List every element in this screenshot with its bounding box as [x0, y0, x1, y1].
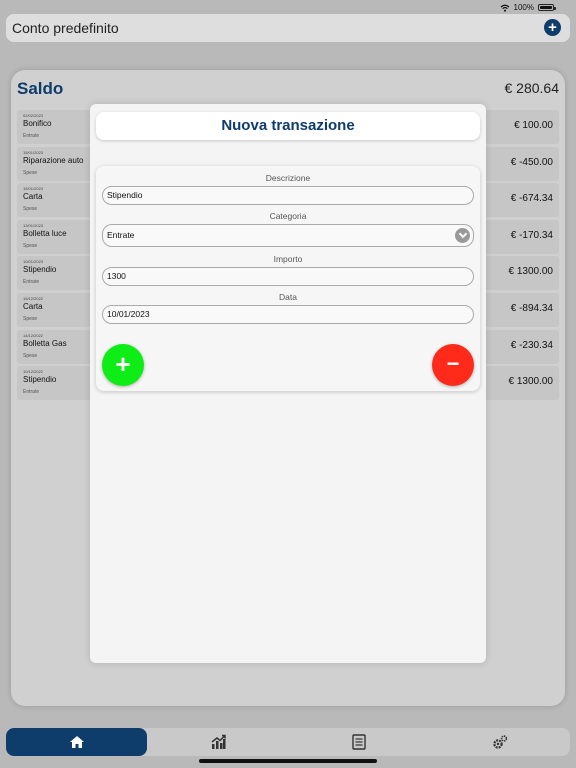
- transaction-date: 10/01/2023: [23, 259, 44, 265]
- transaction-amount: € 1300.00: [508, 266, 554, 278]
- transaction-date: 13/01/2023: [23, 222, 44, 228]
- transaction-description: Bonifico: [23, 119, 52, 128]
- transaction-amount: € 1300.00: [508, 376, 554, 388]
- transaction-form: Descrizione Stipendio Categoria Entrate …: [96, 166, 480, 391]
- amount-input[interactable]: 1300: [102, 267, 474, 286]
- modal-title: Nuova transazione: [96, 112, 480, 140]
- date-input[interactable]: 10/01/2023: [102, 305, 474, 324]
- transaction-amount: € 100.00: [514, 120, 553, 131]
- transaction-date: 15/01/2023: [23, 149, 44, 155]
- home-indicator: [199, 759, 377, 763]
- battery-percentage: 100%: [513, 3, 534, 12]
- description-input[interactable]: Stipendio: [102, 186, 474, 205]
- transaction-category: Spese: [23, 206, 38, 213]
- status-bar: 100%: [0, 0, 576, 14]
- battery-level: [540, 6, 552, 9]
- plus-icon: +: [115, 349, 131, 379]
- transaction-amount: € -894.34: [510, 302, 553, 314]
- tab-settings[interactable]: [429, 728, 570, 756]
- transaction-amount: € -450.00: [510, 156, 553, 168]
- chart-icon: [211, 734, 226, 749]
- add-expense-button[interactable]: −: [432, 344, 474, 386]
- transaction-category: Spese: [23, 352, 38, 359]
- new-transaction-modal: Nuova transazione Descrizione Stipendio …: [90, 104, 486, 663]
- account-header: Conto predefinito +: [6, 14, 570, 42]
- transaction-description: Carta: [23, 192, 43, 202]
- transaction-description: Stipendio: [23, 375, 57, 385]
- transaction-amount: € -170.34: [510, 229, 553, 241]
- transaction-category: Entrate: [23, 133, 40, 139]
- category-label: Categoria: [269, 211, 307, 221]
- description-label: Descrizione: [265, 173, 311, 183]
- transaction-amount: € -674.34: [510, 193, 553, 205]
- tab-home[interactable]: [6, 728, 147, 756]
- category-selected-value: Entrate: [107, 230, 135, 240]
- transaction-category: Spese: [23, 242, 38, 249]
- plus-icon: +: [548, 19, 557, 36]
- transaction-date: 14/12/2022: [23, 332, 44, 338]
- chevron-down-icon: [455, 228, 470, 243]
- transaction-date: 15/01/2023: [23, 186, 44, 192]
- transaction-description: Bolletta Gas: [23, 338, 67, 348]
- tab-statistics[interactable]: [147, 728, 288, 756]
- add-income-button[interactable]: +: [102, 344, 144, 386]
- transaction-description: Bolletta luce: [23, 228, 67, 238]
- tab-bar: [6, 728, 570, 756]
- transaction-description: Riparazione auto: [23, 155, 84, 165]
- account-title[interactable]: Conto predefinito: [12, 20, 119, 36]
- add-account-button[interactable]: +: [544, 19, 561, 36]
- category-select[interactable]: Entrate: [102, 224, 474, 247]
- transaction-category: Spese: [23, 169, 38, 176]
- date-label: Data: [279, 292, 297, 302]
- transaction-category: Spese: [23, 315, 38, 322]
- tab-transactions[interactable]: [288, 728, 429, 756]
- balance-label: Saldo: [17, 79, 64, 98]
- battery-icon: [538, 4, 556, 11]
- transaction-category: Entrate: [23, 279, 40, 286]
- transaction-description: Carta: [23, 301, 43, 311]
- minus-icon: −: [446, 351, 460, 376]
- transaction-date: 10/12/2022: [23, 369, 44, 375]
- amount-label: Importo: [273, 254, 303, 264]
- balance-value: € 280.64: [504, 80, 560, 96]
- gear-icon: [492, 735, 507, 749]
- transaction-date: 15/12/2022: [23, 295, 44, 301]
- transaction-amount: € -230.34: [510, 339, 553, 351]
- transaction-category: Entrate: [23, 389, 40, 396]
- list-icon: [351, 734, 366, 750]
- home-icon: [69, 736, 84, 748]
- wifi-icon: [500, 4, 509, 12]
- transaction-description: Stipendio: [23, 265, 57, 275]
- transaction-date: 02/02/2023: [23, 113, 44, 118]
